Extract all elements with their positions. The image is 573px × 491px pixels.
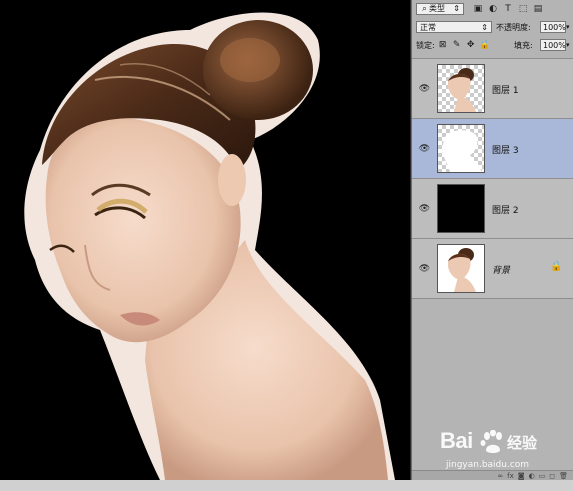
lock-label: 锁定: bbox=[416, 40, 435, 50]
chevron-down-icon[interactable]: ▾ bbox=[566, 41, 570, 49]
eye-icon[interactable]: 👁 bbox=[418, 142, 431, 155]
blend-mode-value: 正常 bbox=[420, 23, 436, 32]
layers-panel: ⌕ 类型 ⇕ ▣ ◐ T ⬚ ▤ 正常 ⇕ 不透明度: 100% ▾ 锁定: ⊠… bbox=[411, 0, 573, 480]
blend-mode-select[interactable]: 正常 ⇕ bbox=[416, 21, 492, 33]
smart-object-filter-icon[interactable]: ▤ bbox=[532, 3, 544, 15]
filter-kind-select[interactable]: ⌕ 类型 ⇕ bbox=[416, 3, 464, 15]
opacity-label: 不透明度: bbox=[496, 22, 531, 32]
fill-label: 填充: bbox=[514, 40, 533, 50]
pixel-filter-icon[interactable]: ▣ bbox=[472, 3, 484, 15]
watermark-url: jingyan.baidu.com bbox=[446, 460, 530, 470]
status-strip bbox=[0, 480, 573, 491]
watermark: Bai 经验 jingyan.baidu.com bbox=[440, 428, 565, 474]
adjustment-filter-icon[interactable]: ◐ bbox=[487, 3, 499, 15]
layer-name[interactable]: 图层 1 bbox=[492, 83, 519, 96]
layer-row-2[interactable]: 👁 图层 2 bbox=[412, 179, 573, 239]
chevron-down-icon: ⇕ bbox=[481, 23, 488, 32]
eye-icon[interactable]: 👁 bbox=[418, 82, 431, 95]
layer-thumbnail bbox=[437, 244, 485, 293]
paw-icon bbox=[480, 430, 502, 453]
eye-icon[interactable]: 👁 bbox=[418, 262, 431, 275]
search-icon: ⌕ bbox=[421, 4, 428, 14]
type-filter-icon[interactable]: T bbox=[502, 3, 514, 15]
fill-input[interactable]: 100% bbox=[540, 39, 566, 51]
layer-row-3[interactable]: 👁 图层 3 bbox=[412, 119, 573, 179]
blend-row: 正常 ⇕ 不透明度: 100% ▾ bbox=[412, 20, 573, 34]
layer-thumbnail bbox=[437, 124, 485, 173]
opacity-input[interactable]: 100% bbox=[540, 21, 566, 33]
layer-name[interactable]: 图层 2 bbox=[492, 203, 519, 216]
lock-image-icon[interactable]: ✎ bbox=[451, 39, 463, 51]
lock-all-icon[interactable]: 🔒 bbox=[479, 39, 491, 51]
lock-row: 锁定: ⊠ ✎ ✥ 🔒 填充: 100% ▾ bbox=[412, 38, 573, 52]
portrait-image bbox=[24, 12, 396, 480]
shape-filter-icon[interactable]: ⬚ bbox=[517, 3, 529, 15]
lock-transparent-icon[interactable]: ⊠ bbox=[437, 39, 449, 51]
watermark-brand: Bai bbox=[440, 428, 473, 453]
lock-position-icon[interactable]: ✥ bbox=[465, 39, 477, 51]
filter-kind-label: 类型 bbox=[429, 4, 445, 13]
layer-row-background[interactable]: 👁 背景 🔒 bbox=[412, 239, 573, 299]
layer-filter-row: ⌕ 类型 ⇕ ▣ ◐ T ⬚ ▤ bbox=[412, 2, 573, 16]
layer-row-1[interactable]: 👁 图层 1 bbox=[412, 59, 573, 119]
document-canvas[interactable] bbox=[0, 0, 410, 480]
eye-icon[interactable]: 👁 bbox=[418, 202, 431, 215]
chevron-down-icon[interactable]: ▾ bbox=[566, 23, 570, 31]
watermark-suffix: 经验 bbox=[507, 434, 538, 452]
layer-thumbnail bbox=[437, 64, 485, 113]
layer-name[interactable]: 背景 bbox=[492, 263, 510, 276]
layer-name[interactable]: 图层 3 bbox=[492, 143, 519, 156]
lock-icon: 🔒 bbox=[550, 261, 563, 272]
layer-thumbnail bbox=[437, 184, 485, 233]
chevron-down-icon: ⇕ bbox=[453, 4, 460, 13]
